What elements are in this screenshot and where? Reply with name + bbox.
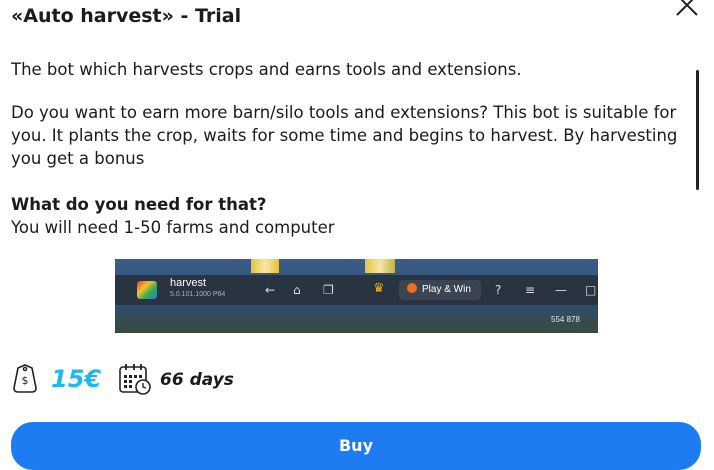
price-value: 15€ bbox=[51, 365, 102, 393]
maximize-icon: □ bbox=[585, 283, 597, 297]
back-icon: ← bbox=[265, 283, 276, 297]
banner-decoration bbox=[251, 259, 279, 273]
crown-icon: ♛ bbox=[373, 281, 385, 296]
buy-button[interactable]: Buy bbox=[11, 422, 701, 470]
requirements-heading: What do you need for that? bbox=[11, 195, 267, 214]
description-line: you get a bonus bbox=[11, 149, 145, 168]
requirements-text: You will need 1-50 farms and computer bbox=[11, 218, 335, 237]
preview-image: harvest 5.0.101.1000 P64 ← ⌂ ❐ ♛ Play & … bbox=[115, 259, 598, 333]
banner-decoration bbox=[365, 259, 395, 273]
svg-text:$: $ bbox=[22, 374, 29, 387]
description-text: Do you want to earn more barn/silo tools… bbox=[11, 101, 699, 170]
scrollbar-thumb[interactable] bbox=[696, 70, 699, 190]
help-icon: ? bbox=[495, 283, 502, 297]
emulator-toolbar: harvest 5.0.101.1000 P64 ← ⌂ ❐ ♛ Play & … bbox=[115, 275, 598, 305]
play-win-label: Play & Win bbox=[422, 284, 471, 295]
duration-value: 66 days bbox=[160, 370, 234, 390]
intro-text: The bot which harvests crops and earns t… bbox=[11, 60, 522, 79]
recent-apps-icon: ❐ bbox=[323, 283, 334, 297]
minimize-icon: — bbox=[555, 283, 567, 297]
home-icon: ⌂ bbox=[293, 283, 301, 297]
emulator-version: 5.0.101.1000 P64 bbox=[170, 291, 226, 298]
play-win-button: Play & Win bbox=[399, 280, 481, 300]
menu-icon: ≡ bbox=[525, 283, 536, 297]
price-tag-icon: $ bbox=[13, 364, 37, 393]
calendar-clock-icon bbox=[119, 364, 151, 395]
description-line: you. It plants the crop, waits for some … bbox=[11, 126, 678, 145]
description-line: Do you want to earn more barn/silo tools… bbox=[11, 103, 677, 122]
close-icon[interactable] bbox=[674, 0, 700, 18]
dialog-title: «Auto harvest» - Trial bbox=[11, 5, 242, 27]
bluestacks-logo-icon bbox=[137, 281, 157, 299]
emulator-app-name: harvest bbox=[170, 277, 207, 289]
game-coords: 554 878 bbox=[551, 315, 580, 324]
